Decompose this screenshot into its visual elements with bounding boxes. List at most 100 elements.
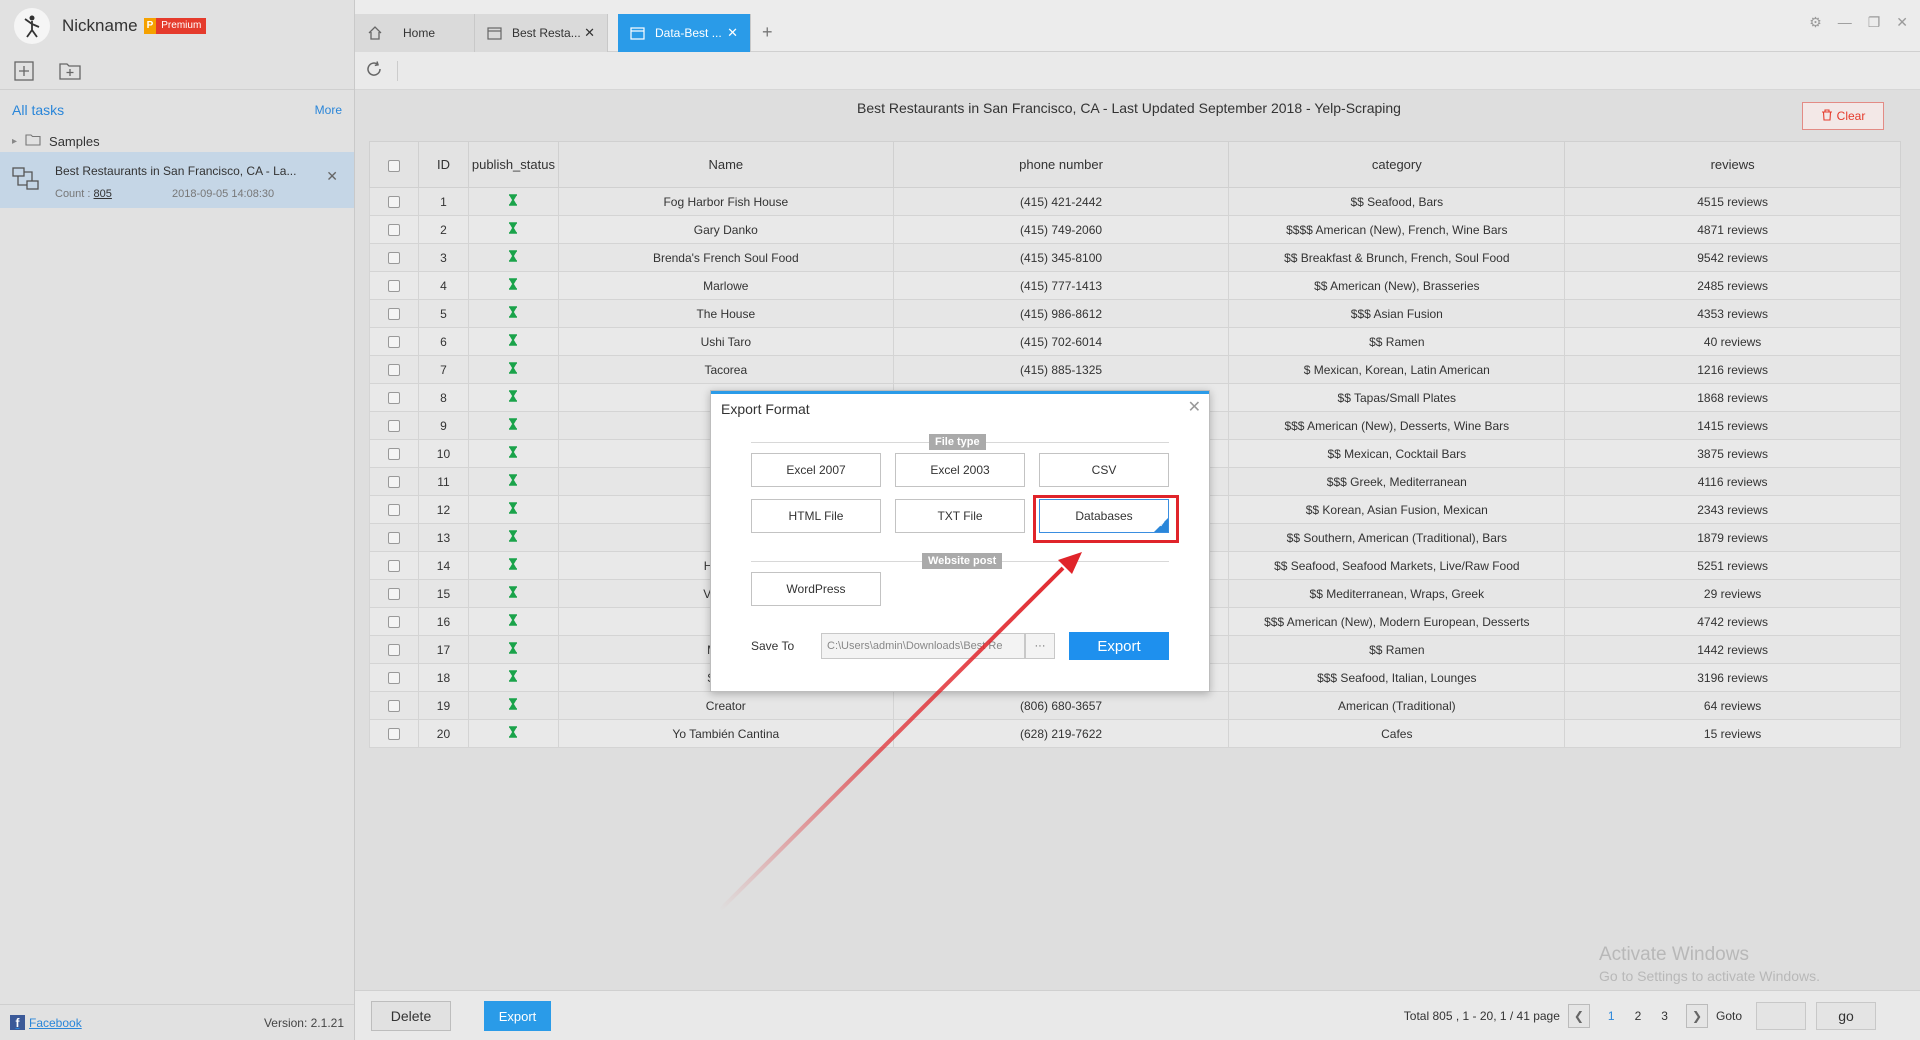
select-all-checkbox[interactable] [387,159,400,172]
row-checkbox[interactable] [387,392,400,405]
next-page-icon[interactable]: ❯ [1685,1004,1708,1028]
dialog-export-button[interactable]: Export [1069,632,1169,660]
hourglass-icon [508,726,518,741]
row-checkbox[interactable] [387,224,400,237]
tab-home[interactable]: Home [355,14,475,52]
new-task-icon[interactable] [12,59,36,83]
cell-category: $$$ American (New), Desserts, Wine Bars [1228,411,1566,440]
close-tab-icon[interactable]: ✕ [727,25,738,41]
page-3[interactable]: 3 [1661,1009,1668,1023]
tab-label: Best Resta... [512,26,581,40]
row-checkbox[interactable] [387,560,400,573]
html-file-option[interactable]: HTML File [751,499,881,533]
cell-id: 18 [417,663,469,692]
close-tab-icon[interactable]: ✕ [584,25,595,41]
cell-id: 12 [417,495,469,524]
cell-category: Cafes [1228,719,1566,748]
close-icon[interactable]: ✕ [326,168,338,185]
browse-button[interactable]: ··· [1025,633,1055,659]
row-checkbox[interactable] [387,588,400,601]
close-window-icon[interactable]: ✕ [1896,14,1908,31]
row-checkbox[interactable] [387,616,400,629]
header-category[interactable]: category [1228,141,1566,188]
header-reviews[interactable]: reviews [1564,141,1901,188]
row-checkbox[interactable] [387,252,400,265]
clear-button[interactable]: Clear [1802,102,1884,130]
tab-best-restaurants[interactable]: Best Resta... ✕ [475,14,608,52]
table-row[interactable]: 20 Yo También Cantina (628) 219-7622 Cafes 1… [369,719,1901,748]
row-checkbox[interactable] [387,700,400,713]
task-title: Best Restaurants in San Francisco, CA - … [55,164,297,178]
sidebar: Nickname P Premium All tasks More ▸ Samp… [0,0,355,1040]
wordpress-option[interactable]: WordPress [751,572,881,606]
facebook-icon: f [10,1015,25,1030]
header-id[interactable]: ID [417,141,469,188]
table-row[interactable]: 4 Marlowe (415) 777-1413 $$ American (New),… [369,271,1901,300]
header-name[interactable]: Name [557,141,894,188]
txt-file-option[interactable]: TXT File [895,499,1025,533]
table-row[interactable]: 2 Gary Danko (415) 749-2060 $$$$ American (… [369,215,1901,244]
row-checkbox[interactable] [387,728,400,741]
hourglass-icon [508,474,518,489]
tab-label: Home [403,26,436,40]
close-dialog-icon[interactable]: ✕ [1188,397,1201,417]
refresh-icon[interactable] [365,60,383,81]
table-row[interactable]: 6 Ushi Taro (415) 702-6014 $$ Ramen 40 revie… [369,327,1901,356]
hourglass-icon [508,558,518,573]
cell-id: 10 [417,439,469,468]
row-checkbox[interactable] [387,476,400,489]
row-checkbox[interactable] [387,532,400,545]
goto-input[interactable] [1756,1002,1806,1030]
row-checkbox[interactable] [387,644,400,657]
row-checkbox[interactable] [387,448,400,461]
header-phone[interactable]: phone number [892,141,1230,188]
new-tab-icon[interactable]: + [762,22,773,43]
folder-samples[interactable]: ▸ Samples [0,130,354,152]
table-row[interactable]: 7 Tacorea (415) 885-1325 $ Mexican, Korean,… [369,355,1901,384]
go-button[interactable]: go [1816,1002,1876,1030]
sidebar-footer: f Facebook Version: 2.1.21 [0,1004,354,1040]
cell-id: 2 [417,215,469,244]
minimize-icon[interactable]: — [1838,14,1852,31]
table-row[interactable]: 1 Fog Harbor Fish House (415) 421-2442 $$ S… [369,187,1901,216]
maximize-icon[interactable]: ❐ [1868,14,1881,31]
page-2[interactable]: 2 [1635,1009,1642,1023]
pagination: Total 805 , 1 - 20, 1 / 41 page ❮ 1 2 3 … [1404,1001,1876,1031]
nickname[interactable]: Nickname [62,16,138,36]
row-checkbox[interactable] [387,336,400,349]
page-1[interactable]: 1 [1608,1009,1615,1023]
settings-icon[interactable]: ⚙ [1809,14,1822,31]
table-row[interactable]: 3 Brenda's French Soul Food (415) 345-8100… [369,243,1901,272]
row-checkbox[interactable] [387,420,400,433]
row-checkbox[interactable] [387,196,400,209]
save-to-input[interactable]: C:\Users\admin\Downloads\Best Re [821,633,1025,659]
cell-publish-status [467,439,559,468]
excel-2007-option[interactable]: Excel 2007 [751,453,881,487]
trash-icon [1821,108,1833,124]
table-row[interactable]: 19 Creator (806) 680-3657 American (Traditi… [369,691,1901,720]
row-checkbox[interactable] [387,672,400,685]
task-count-value[interactable]: 805 [94,188,112,200]
chevron-right-icon[interactable]: ▸ [12,136,17,147]
row-checkbox[interactable] [387,308,400,321]
table-row[interactable]: 5 The House (415) 986-8612 $$$ Asian Fusion… [369,299,1901,328]
new-folder-icon[interactable] [58,59,82,83]
row-checkbox[interactable] [387,504,400,517]
cell-publish-status [467,635,559,664]
cell-publish-status [467,327,559,356]
export-button[interactable]: Export [484,1001,551,1031]
prev-page-icon[interactable]: ❮ [1567,1004,1590,1028]
all-tasks-link[interactable]: All tasks [12,102,64,118]
content-toolbar [355,52,1920,90]
cell-category: $$ Southern, American (Traditional), Bar… [1228,523,1566,552]
more-link[interactable]: More [315,103,342,117]
row-checkbox[interactable] [387,364,400,377]
facebook-link[interactable]: f Facebook [10,1015,82,1030]
csv-option[interactable]: CSV [1039,453,1169,487]
delete-button[interactable]: Delete [371,1001,451,1031]
task-item[interactable]: Best Restaurants in San Francisco, CA - … [0,152,354,208]
row-checkbox[interactable] [387,280,400,293]
tab-data-best[interactable]: Data-Best ... ✕ [618,14,751,52]
header-publish-status[interactable]: publish_status [467,141,559,188]
excel-2003-option[interactable]: Excel 2003 [895,453,1025,487]
